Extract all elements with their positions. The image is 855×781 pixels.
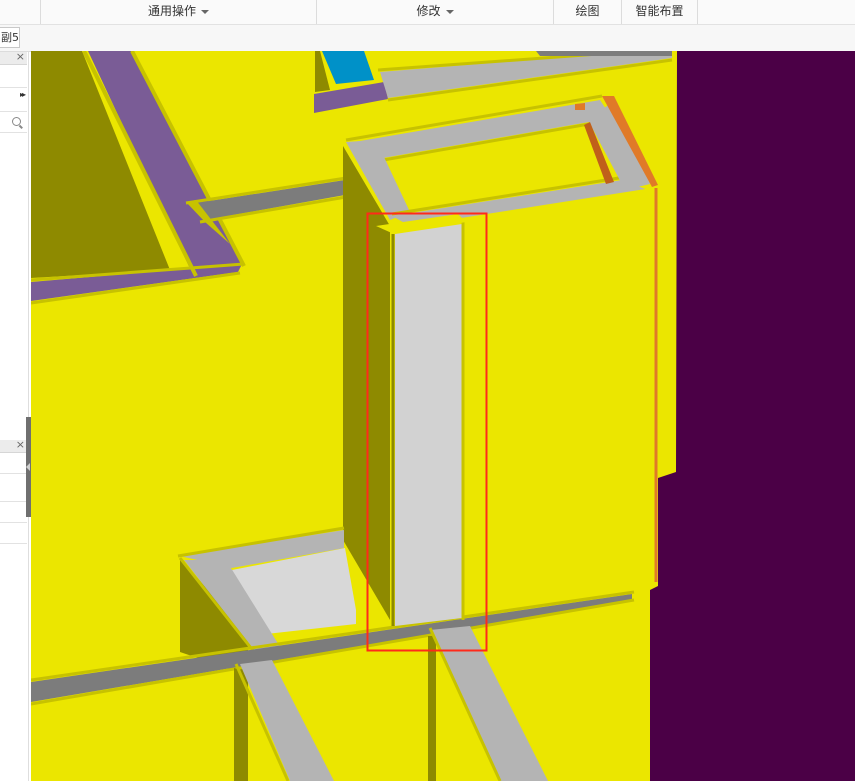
- floor-select[interactable]: 副5: [0, 27, 20, 48]
- chevron-down-icon: [445, 9, 454, 14]
- floor-select-value: 副5: [1, 31, 19, 44]
- expand-icon[interactable]: ▸▸: [20, 90, 26, 99]
- bottom-panel-row: [0, 453, 27, 474]
- ribbon-group-modify[interactable]: 修改: [316, 0, 553, 24]
- background-void: [650, 51, 855, 781]
- ribbon-group-general-ops-label: 通用操作: [147, 4, 196, 18]
- ribbon-group-smart-layout-label: 智能布置: [635, 4, 684, 18]
- column-front-face: [395, 224, 462, 626]
- top-panel-toolbar: [0, 65, 27, 88]
- ribbon-group-modify-label: 修改: [416, 4, 441, 18]
- ribbon-group-smart-layout[interactable]: 智能布置: [621, 0, 698, 24]
- left-panel-strip: × ▸▸ ×: [0, 50, 29, 781]
- top-panel-header: ×: [0, 50, 27, 65]
- wall-face-shaded: [428, 636, 436, 781]
- ribbon-group-draw[interactable]: 绘图: [553, 0, 621, 24]
- bottom-panel-row: [0, 502, 27, 523]
- bottom-panel-row: [0, 523, 27, 544]
- ribbon-group-draw-label: 绘图: [575, 4, 600, 18]
- close-icon[interactable]: ×: [16, 50, 25, 63]
- ribbon-group-bar: 通用操作 修改 绘图 智能布置: [0, 0, 855, 25]
- ribbon-group-general-ops[interactable]: 通用操作: [40, 0, 316, 24]
- 3d-viewport[interactable]: [31, 51, 855, 781]
- secondary-toolbar: 副5: [0, 25, 855, 52]
- close-icon[interactable]: ×: [16, 438, 25, 451]
- bottom-panel-header: ×: [0, 438, 27, 453]
- top-panel-search-row: [0, 112, 27, 133]
- chevron-down-icon: [201, 9, 209, 14]
- chevron-down-icon: [19, 36, 20, 40]
- wall-edge-orange: [575, 103, 585, 110]
- beam: [536, 51, 672, 56]
- bottom-panel-row: [0, 474, 27, 502]
- search-icon[interactable]: [12, 117, 21, 126]
- top-panel-nav-row: ▸▸: [0, 88, 27, 112]
